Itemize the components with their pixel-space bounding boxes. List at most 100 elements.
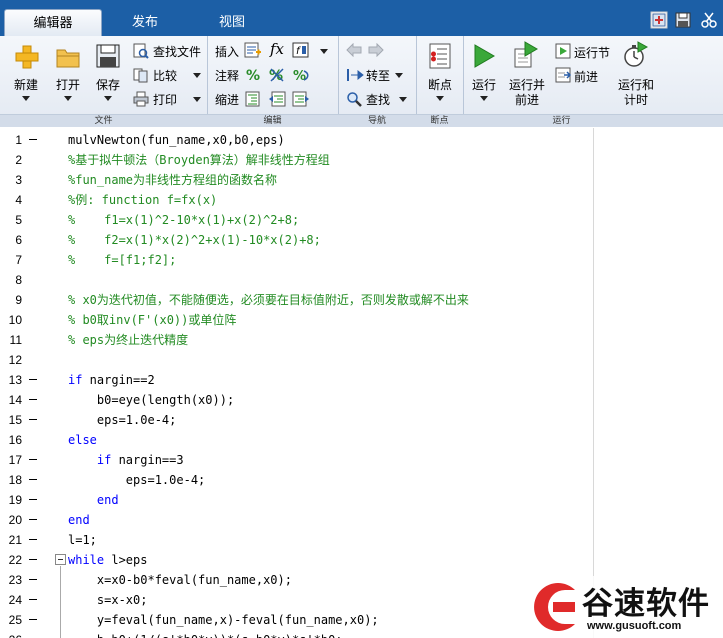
goto-icon bbox=[347, 69, 364, 81]
code-line[interactable]: 21 l=1; bbox=[0, 530, 593, 550]
comment-button[interactable]: 注释 bbox=[215, 67, 239, 84]
code-comment: % eps为终止迭代精度 bbox=[68, 333, 189, 347]
code-line[interactable]: 24 s=x-x0; bbox=[0, 590, 593, 610]
code-line[interactable]: 23 x=x0-b0*feval(fun_name,x0); bbox=[0, 570, 593, 590]
code-line[interactable]: 26 b=b0+(1/(s'*b0*y))*(s-b0*y)*s'*b0; bbox=[0, 630, 593, 638]
code-line[interactable]: 8 bbox=[0, 270, 593, 290]
find-files-button[interactable]: 查找文件 bbox=[153, 43, 201, 60]
code-editor[interactable]: 1 mulvNewton(fun_name,x0,b0,eps) 2 %基于拟牛顿法（… bbox=[0, 128, 723, 638]
save-dropdown-icon[interactable] bbox=[104, 96, 112, 101]
line-number: 4 bbox=[15, 193, 22, 207]
compare-button[interactable]: 比较 bbox=[153, 67, 177, 84]
cut-icon[interactable] bbox=[700, 11, 718, 29]
breakpoint-marker[interactable] bbox=[29, 139, 37, 140]
code-line[interactable]: 9 % x0为迭代初值，不能随便选，必须要在目标值附近，否则发散或解不出来 bbox=[0, 290, 593, 310]
code-line[interactable]: 14 b0=eye(length(x0)); bbox=[0, 390, 593, 410]
run-and-advance-button-line2[interactable]: 前进 bbox=[505, 91, 549, 108]
code-line[interactable]: 3 %fun_name为非线性方程组的函数名称 bbox=[0, 170, 593, 190]
open-dropdown-icon[interactable] bbox=[64, 96, 72, 101]
code-line[interactable]: 2 %基于拟牛顿法（Broyden算法）解非线性方程组 bbox=[0, 150, 593, 170]
run-and-advance-icon[interactable] bbox=[514, 41, 538, 69]
breakpoint-marker[interactable] bbox=[29, 379, 37, 380]
tab-view[interactable]: 视图 bbox=[192, 9, 272, 36]
wrap-comment-icon[interactable]: % bbox=[292, 67, 310, 83]
indent-button[interactable]: 缩进 bbox=[215, 91, 239, 108]
code-line[interactable]: 25 y=feval(fun_name,x)-feval(fun_name,x0… bbox=[0, 610, 593, 630]
goto-dropdown-icon[interactable] bbox=[395, 73, 403, 78]
code-line[interactable]: 11 % eps为终止迭代精度 bbox=[0, 330, 593, 350]
goto-button[interactable]: 转至 bbox=[366, 67, 390, 84]
breakpoints-dropdown-icon[interactable] bbox=[436, 96, 444, 101]
save-disk-icon[interactable] bbox=[96, 44, 120, 68]
print-dropdown-icon[interactable] bbox=[193, 97, 201, 102]
compare-icon bbox=[133, 68, 148, 83]
code-line[interactable]: 4 %例: function f=fx(x) bbox=[0, 190, 593, 210]
code-line[interactable]: 7 % f=[f1;f2]; bbox=[0, 250, 593, 270]
code-line[interactable]: 22 while l>eps bbox=[0, 550, 593, 570]
insert-function-button[interactable]: fx bbox=[270, 40, 284, 58]
breakpoint-marker[interactable] bbox=[29, 399, 37, 400]
breakpoint-marker[interactable] bbox=[29, 499, 37, 500]
line-number: 7 bbox=[15, 253, 22, 267]
breakpoint-marker[interactable] bbox=[29, 419, 37, 420]
quick-save-icon[interactable] bbox=[674, 11, 692, 29]
code-line[interactable]: 12 bbox=[0, 350, 593, 370]
breakpoint-marker[interactable] bbox=[29, 579, 37, 580]
breakpoint-marker[interactable] bbox=[29, 519, 37, 520]
advance-button[interactable]: 前进 bbox=[574, 68, 598, 85]
run-play-icon[interactable] bbox=[472, 44, 496, 68]
run-and-time-icon[interactable] bbox=[624, 41, 648, 69]
code-fold-toggle[interactable] bbox=[55, 554, 66, 565]
breakpoint-marker[interactable] bbox=[29, 599, 37, 600]
code-line[interactable]: 6 % f2=x(1)*x(2)^2+x(1)-10*x(2)+8; bbox=[0, 230, 593, 250]
breakpoints-button[interactable]: 断点 bbox=[418, 76, 462, 93]
breakpoint-marker[interactable] bbox=[29, 619, 37, 620]
compare-dropdown-icon[interactable] bbox=[193, 73, 201, 78]
forward-arrow-icon[interactable] bbox=[368, 43, 384, 57]
tab-publish[interactable]: 发布 bbox=[108, 9, 182, 36]
code-line[interactable]: 20 end bbox=[0, 510, 593, 530]
run-and-time-button-line2[interactable]: 计时 bbox=[614, 91, 658, 108]
tab-editor[interactable]: 编辑器 bbox=[4, 9, 102, 36]
back-arrow-icon[interactable] bbox=[346, 43, 362, 57]
code-line[interactable]: 15 eps=1.0e-4; bbox=[0, 410, 593, 430]
run-section-button[interactable]: 运行节 bbox=[574, 44, 610, 61]
increase-indent-icon[interactable] bbox=[292, 91, 310, 107]
open-button[interactable]: 打开 bbox=[46, 76, 90, 93]
code-line[interactable]: 13 if nargin==2 bbox=[0, 370, 593, 390]
breakpoint-marker[interactable] bbox=[29, 539, 37, 540]
code-line[interactable]: 18 eps=1.0e-4; bbox=[0, 470, 593, 490]
save-button[interactable]: 保存 bbox=[86, 76, 130, 93]
new-button[interactable]: 新建 bbox=[4, 76, 48, 93]
code-line[interactable]: 19 end bbox=[0, 490, 593, 510]
breakpoint-marker[interactable] bbox=[29, 479, 37, 480]
run-dropdown-icon[interactable] bbox=[480, 96, 488, 101]
decrease-indent-icon[interactable] bbox=[268, 91, 286, 107]
breakpoint-marker[interactable] bbox=[29, 559, 37, 560]
insert-section-icon[interactable] bbox=[244, 42, 262, 58]
line-number: 10 bbox=[8, 313, 22, 327]
comment-percent-icon[interactable]: % bbox=[245, 67, 261, 83]
breakpoints-icon[interactable] bbox=[428, 43, 452, 69]
code-comment: % x0为迭代初值，不能随便选，必须要在目标值附近，否则发散或解不出来 bbox=[68, 293, 469, 307]
code-line[interactable]: 17 if nargin==3 bbox=[0, 450, 593, 470]
print-button[interactable]: 打印 bbox=[153, 91, 177, 108]
smart-indent-icon[interactable] bbox=[245, 91, 261, 107]
find-button[interactable]: 查找 bbox=[366, 91, 390, 108]
layout-icon[interactable] bbox=[650, 11, 668, 29]
code-line[interactable]: 1 mulvNewton(fun_name,x0,b0,eps) bbox=[0, 130, 593, 150]
line-number: 12 bbox=[8, 353, 22, 367]
open-folder-icon[interactable] bbox=[56, 46, 80, 68]
run-button[interactable]: 运行 bbox=[462, 76, 506, 93]
code-line[interactable]: 5 % f1=x(1)^2-10*x(1)+x(2)^2+8; bbox=[0, 210, 593, 230]
new-dropdown-icon[interactable] bbox=[22, 96, 30, 101]
code-line[interactable]: 16 else bbox=[0, 430, 593, 450]
insert-button[interactable]: 插入 bbox=[215, 43, 239, 60]
uncomment-icon[interactable]: % bbox=[268, 67, 286, 83]
insert-dropdown-icon[interactable] bbox=[320, 49, 328, 54]
new-plus-icon[interactable] bbox=[14, 44, 40, 70]
breakpoint-marker[interactable] bbox=[29, 459, 37, 460]
code-line[interactable]: 10 % b0取inv(F'(x0))或单位阵 bbox=[0, 310, 593, 330]
function-browser-icon[interactable]: f bbox=[292, 42, 310, 58]
find-dropdown-icon[interactable] bbox=[399, 97, 407, 102]
